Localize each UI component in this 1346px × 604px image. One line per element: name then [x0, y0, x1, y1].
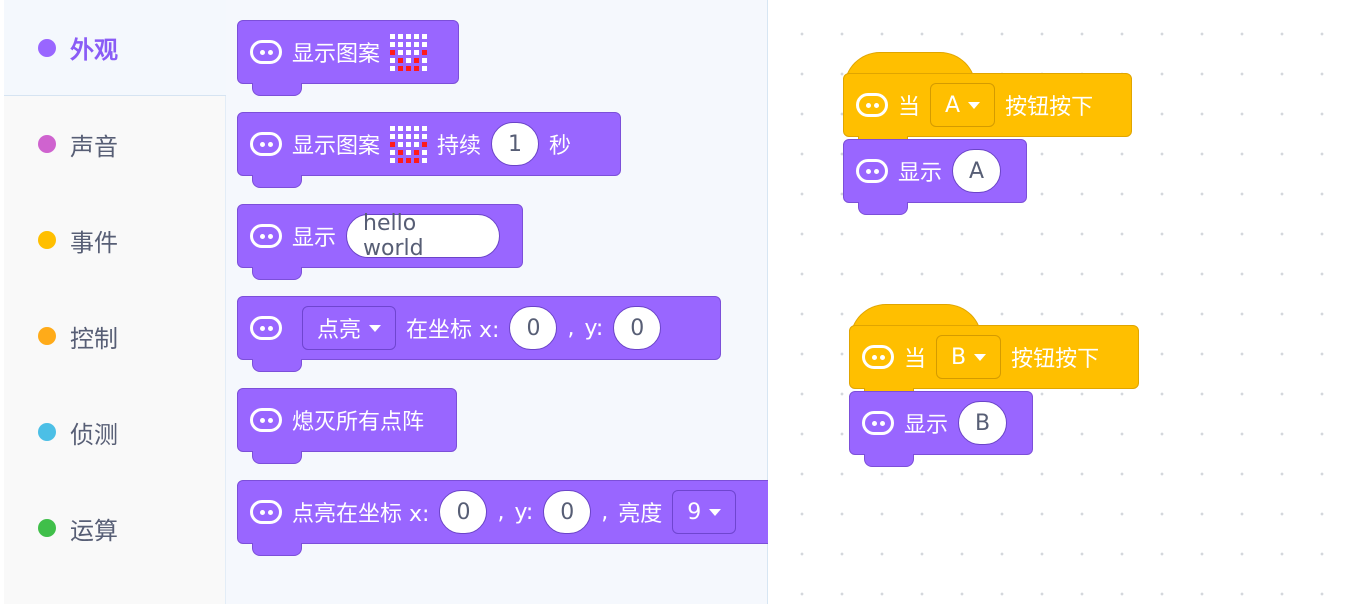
- text-input[interactable]: hello world: [346, 211, 500, 261]
- category-dot-icon: [38, 327, 56, 345]
- category-label: 声音: [70, 132, 118, 161]
- block-label: 当: [904, 347, 927, 372]
- dropdown-value: 9: [687, 499, 702, 525]
- block-label: 显示: [292, 226, 337, 251]
- microbit-icon: [862, 345, 894, 369]
- block-label: 按钮按下: [1011, 347, 1100, 372]
- block-label: 显示图案: [292, 42, 381, 67]
- led-pattern-picker[interactable]: [390, 33, 428, 71]
- block-label: 秒: [549, 134, 572, 159]
- block-clear-all[interactable]: 熄灭所有点阵: [237, 388, 457, 464]
- category-sound[interactable]: 声音: [4, 96, 226, 192]
- block-label: 亮度: [618, 502, 663, 527]
- y-input[interactable]: 0: [613, 306, 662, 350]
- block-when-button-a-pressed[interactable]: 当 A 按钮按下: [843, 73, 1132, 149]
- category-looks[interactable]: 外观: [4, 0, 227, 96]
- block-show-text[interactable]: 显示 B: [849, 391, 1033, 467]
- dropdown-value: B: [951, 344, 967, 370]
- category-label: 侦测: [70, 420, 118, 449]
- block-palette: 显示图案 显示图案 持续 1 秒 显示 hello world 点亮 在坐标 x…: [226, 0, 811, 604]
- x-input[interactable]: 0: [439, 490, 488, 534]
- block-plot-brightness[interactable]: 点亮在坐标 x: 0 , y: 0 , 亮度 9: [237, 480, 811, 556]
- brightness-dropdown[interactable]: 9: [672, 490, 737, 534]
- category-label: 事件: [70, 228, 118, 257]
- microbit-icon: [856, 159, 888, 183]
- category-label: 外观: [70, 36, 118, 64]
- category-dot-icon: [38, 519, 56, 537]
- button-dropdown[interactable]: B: [936, 335, 1002, 379]
- microbit-icon: [250, 500, 282, 524]
- button-dropdown[interactable]: A: [930, 83, 996, 127]
- category-operators[interactable]: 运算: [4, 480, 226, 576]
- block-plot-xy[interactable]: 点亮 在坐标 x: 0 , y: 0: [237, 296, 721, 372]
- text-input[interactable]: B: [958, 401, 1008, 445]
- app: 外观 声音 事件 控制 侦测 运算 显示图案 显示图案 持续 1 秒 显示 he…: [0, 0, 1346, 604]
- block-show-text[interactable]: 显示 hello world: [237, 204, 523, 280]
- block-show-pattern[interactable]: 显示图案: [237, 20, 459, 96]
- category-dot-icon: [38, 38, 56, 57]
- category-events[interactable]: 事件: [4, 192, 226, 288]
- x-input[interactable]: 0: [509, 306, 558, 350]
- block-label: 持续: [437, 134, 482, 159]
- caret-down-icon: [709, 508, 722, 516]
- dropdown-value: 点亮: [317, 318, 362, 343]
- block-label: 显示: [904, 413, 949, 438]
- microbit-icon: [250, 316, 282, 340]
- block-label: y:: [514, 499, 534, 525]
- block-label: 点亮在坐标 x:: [292, 502, 430, 527]
- category-label: 控制: [70, 324, 118, 353]
- microbit-icon: [856, 93, 888, 117]
- category-dot-icon: [38, 135, 56, 153]
- category-label: 运算: [70, 516, 118, 545]
- text-input[interactable]: A: [952, 149, 1002, 193]
- led-pattern-picker[interactable]: [390, 125, 428, 163]
- caret-down-icon: [369, 324, 382, 332]
- category-sidebar: 外观 声音 事件 控制 侦测 运算: [4, 0, 227, 604]
- block-label: y:: [584, 315, 604, 341]
- plot-mode-dropdown[interactable]: 点亮: [302, 306, 397, 350]
- block-label: ,: [601, 499, 609, 525]
- block-label: 显示: [898, 161, 943, 186]
- microbit-icon: [250, 132, 282, 156]
- block-label: ,: [567, 315, 575, 341]
- block-label: 熄灭所有点阵: [292, 410, 425, 435]
- block-label: ,: [497, 499, 505, 525]
- block-label: 按钮按下: [1005, 95, 1094, 120]
- y-input[interactable]: 0: [543, 490, 592, 534]
- microbit-icon: [862, 411, 894, 435]
- category-control[interactable]: 控制: [4, 288, 226, 384]
- block-show-text[interactable]: 显示 A: [843, 139, 1027, 215]
- script-workspace[interactable]: 当 A 按钮按下 显示 A 当 B 按钮按下 显示 B: [768, 0, 1346, 604]
- microbit-icon: [250, 224, 282, 248]
- caret-down-icon: [968, 101, 981, 109]
- secs-input[interactable]: 1: [491, 122, 540, 166]
- dropdown-value: A: [945, 92, 961, 118]
- category-dot-icon: [38, 231, 56, 249]
- block-label: 在坐标 x:: [406, 318, 500, 343]
- block-when-button-b-pressed[interactable]: 当 B 按钮按下: [849, 325, 1139, 401]
- caret-down-icon: [974, 353, 987, 361]
- microbit-icon: [250, 408, 282, 432]
- category-dot-icon: [38, 423, 56, 441]
- category-sensing[interactable]: 侦测: [4, 384, 226, 480]
- microbit-icon: [250, 40, 282, 64]
- block-show-pattern-for-secs[interactable]: 显示图案 持续 1 秒: [237, 112, 621, 188]
- block-label: 显示图案: [292, 134, 381, 159]
- block-label: 当: [898, 95, 921, 120]
